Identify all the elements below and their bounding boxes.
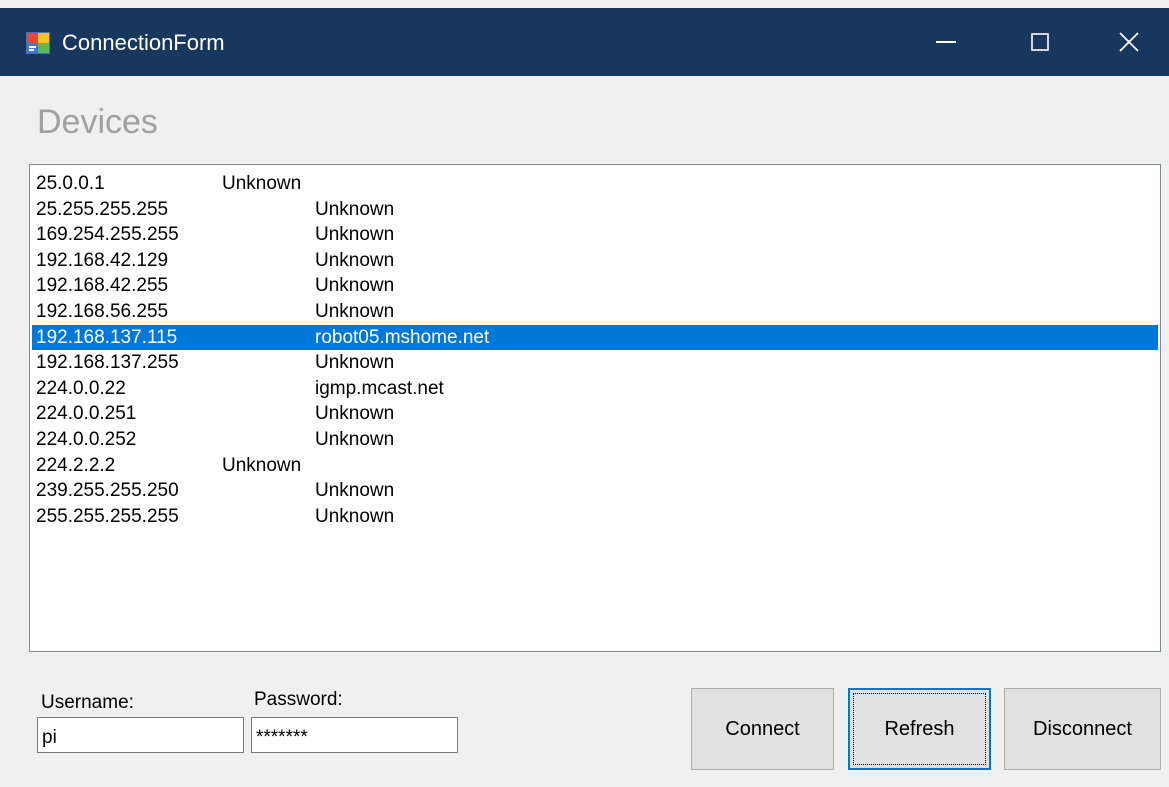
window-title: ConnectionForm <box>62 30 225 55</box>
refresh-button[interactable]: Refresh <box>848 688 991 770</box>
device-hostname: Unknown <box>315 352 395 373</box>
disconnect-button[interactable]: Disconnect <box>1004 688 1161 770</box>
device-ip: 169.254.255.255 <box>36 224 179 245</box>
device-hostname: Unknown <box>315 199 395 220</box>
devices-listbox[interactable]: 25.0.0.1 Unknown 25.255.255.255 Unknown 169.… <box>29 164 1161 652</box>
device-hostname: Unknown <box>222 455 302 476</box>
connect-button[interactable]: Connect <box>691 688 834 770</box>
maximize-icon <box>1031 33 1049 51</box>
device-hostname: Unknown <box>315 301 395 322</box>
device-hostname: Unknown <box>315 403 395 424</box>
device-ip: 192.168.137.115 <box>36 327 178 348</box>
device-list-item[interactable]: 224.0.0.22 igmp.mcast.net <box>32 376 1158 401</box>
maximize-button[interactable] <box>994 8 1086 76</box>
device-ip: 25.0.0.1 <box>36 173 105 194</box>
device-list-item[interactable]: 224.2.2.2 Unknown <box>32 453 1158 478</box>
minimize-button[interactable] <box>900 8 992 76</box>
device-list-item[interactable]: 224.0.0.252 Unknown <box>32 427 1158 452</box>
device-ip: 224.2.2.2 <box>36 455 116 476</box>
device-ip: 239.255.255.250 <box>36 480 179 501</box>
device-ip: 224.0.0.22 <box>36 378 126 399</box>
device-list-item[interactable]: 192.168.42.255 Unknown <box>32 273 1158 298</box>
close-icon <box>1118 32 1139 52</box>
minimize-icon <box>936 41 956 43</box>
device-list-item[interactable]: 25.0.0.1 Unknown <box>32 171 1158 196</box>
device-hostname: robot05.mshome.net <box>315 327 490 348</box>
username-label: Username: <box>41 692 134 713</box>
device-ip: 192.168.42.255 <box>36 275 169 296</box>
device-ip: 192.168.42.129 <box>36 250 169 271</box>
device-list-item[interactable]: 192.168.137.255 Unknown <box>32 350 1158 375</box>
close-button[interactable] <box>1088 8 1169 76</box>
device-hostname: Unknown <box>315 429 395 450</box>
device-list-item[interactable]: 169.254.255.255 Unknown <box>32 222 1158 247</box>
app-window-icon <box>26 32 50 54</box>
device-ip: 192.168.137.255 <box>36 352 179 373</box>
device-hostname: Unknown <box>315 275 395 296</box>
device-hostname: Unknown <box>315 224 395 245</box>
device-list-item[interactable]: 239.255.255.250 Unknown <box>32 478 1158 503</box>
device-list-item[interactable]: 192.168.137.115 robot05.mshome.net <box>32 325 1158 350</box>
title-bar[interactable]: ConnectionForm <box>0 8 1169 76</box>
device-list-item[interactable]: 255.255.255.255 Unknown <box>32 504 1158 529</box>
device-ip: 255.255.255.255 <box>36 506 179 527</box>
device-hostname: igmp.mcast.net <box>315 378 444 399</box>
device-list-item[interactable]: 25.255.255.255 Unknown <box>32 197 1158 222</box>
device-hostname: Unknown <box>315 250 395 271</box>
device-hostname: Unknown <box>315 480 395 501</box>
device-hostname: Unknown <box>222 173 302 194</box>
username-input[interactable] <box>37 717 244 753</box>
device-ip: 192.168.56.255 <box>36 301 169 322</box>
device-ip: 224.0.0.252 <box>36 429 137 450</box>
password-input[interactable] <box>251 717 458 753</box>
device-list-item[interactable]: 192.168.56.255 Unknown <box>32 299 1158 324</box>
device-ip: 224.0.0.251 <box>36 403 137 424</box>
device-list-item[interactable]: 192.168.42.129 Unknown <box>32 248 1158 273</box>
device-ip: 25.255.255.255 <box>36 199 169 220</box>
connection-form-window: ConnectionForm Devices 25.0.0.1 Unknown 25… <box>0 0 1169 787</box>
device-hostname: Unknown <box>315 506 395 527</box>
devices-heading: Devices <box>37 103 158 141</box>
device-list-item[interactable]: 224.0.0.251 Unknown <box>32 401 1158 426</box>
password-label: Password: <box>254 689 343 710</box>
